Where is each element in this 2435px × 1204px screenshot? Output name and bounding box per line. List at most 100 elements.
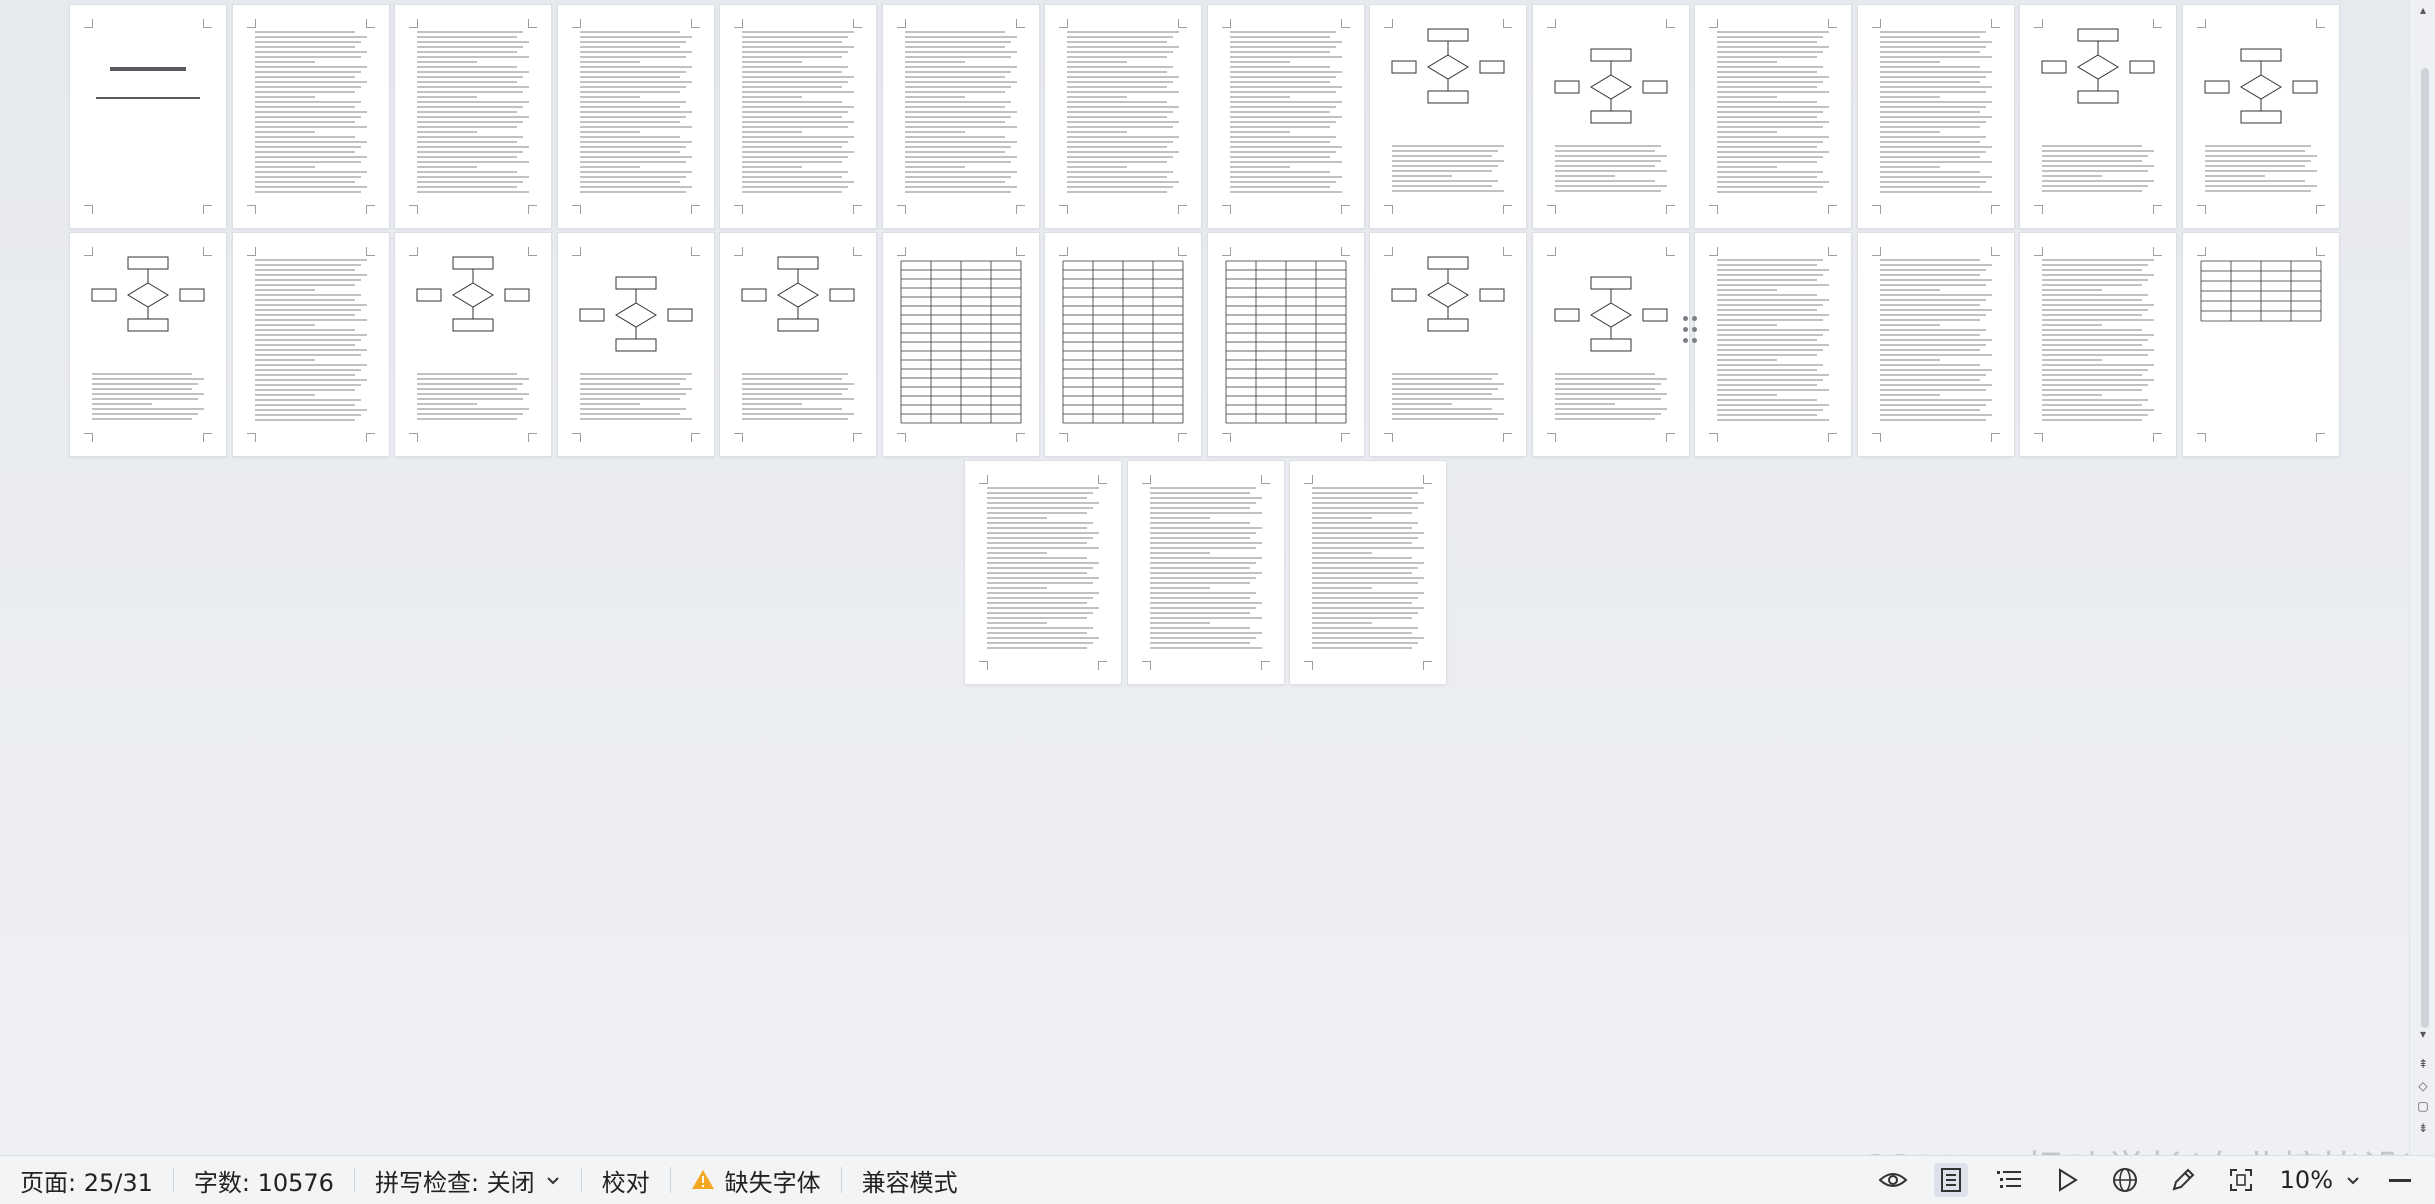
text-line: [1067, 186, 1173, 188]
page-thumbnail[interactable]: [70, 233, 226, 456]
page-thumbnail[interactable]: [1370, 233, 1526, 456]
text-line: [987, 512, 1087, 514]
text-line: [1717, 404, 1829, 406]
page-thumbnail[interactable]: [1128, 461, 1284, 684]
text-line: [255, 379, 367, 381]
page-thumbnail[interactable]: [1290, 461, 1446, 684]
page-thumbnail[interactable]: [233, 5, 389, 228]
page-view-icon[interactable]: [1933, 1163, 1968, 1197]
page-thumbnail[interactable]: [2020, 5, 2176, 228]
page-thumbnail[interactable]: [1370, 5, 1526, 228]
warning-icon: [691, 1170, 714, 1189]
text-line: [905, 51, 1017, 53]
page-thumbnail[interactable]: [558, 5, 714, 228]
text-line: [1717, 156, 1823, 158]
text-line: [417, 373, 517, 375]
page-thumbnail[interactable]: [1533, 5, 1689, 228]
vertical-scrollbar[interactable]: ▴ ▾ ⇞ ◇ ▢ ⇟: [2409, 0, 2435, 1155]
scrollbar-thumb[interactable]: [2421, 68, 2429, 1028]
select-object-icon[interactable]: ◇: [2416, 1080, 2430, 1092]
text-line: [255, 419, 355, 421]
page-thumbnail[interactable]: [2020, 233, 2176, 456]
table-figure: [1225, 260, 1347, 424]
spell-check-label: 拼写检查: 关闭: [374, 1168, 535, 1197]
text-line: [417, 31, 523, 33]
page-corner-mark: [1098, 475, 1107, 484]
page-thumbnail[interactable]: [395, 233, 551, 456]
page-thumbnail[interactable]: [883, 233, 1039, 456]
globe-icon[interactable]: [2108, 1163, 2142, 1197]
page-thumbnail[interactable]: [233, 233, 389, 456]
missing-fonts-button[interactable]: 缺失字体: [671, 1156, 841, 1204]
page-thumbnail[interactable]: [1208, 5, 1364, 228]
text-line: [1067, 141, 1173, 143]
text-line: [742, 91, 854, 93]
scroll-up-icon[interactable]: ▴: [2416, 4, 2430, 16]
text-line: [987, 522, 1093, 524]
text-line: [905, 146, 1011, 148]
prev-page-icon[interactable]: ⇞: [2416, 1058, 2430, 1070]
zoom-dropdown[interactable]: 10%: [2270, 1156, 2371, 1204]
text-line: [742, 31, 854, 33]
next-page-icon[interactable]: ⇟: [2416, 1122, 2430, 1134]
text-line: [1150, 607, 1256, 609]
text-line: [1717, 51, 1823, 53]
page-thumbnail[interactable]: [1858, 233, 2014, 456]
play-icon[interactable]: [2050, 1163, 2084, 1197]
text-line: [905, 41, 1011, 43]
page-thumbnail[interactable]: [395, 5, 551, 228]
page-corner-mark: [1709, 433, 1718, 442]
compat-mode[interactable]: 兼容模式: [842, 1156, 978, 1204]
text-line: [1312, 647, 1412, 649]
text-line: [417, 111, 517, 113]
page-thumbnail[interactable]: [1208, 233, 1364, 456]
zoom-out-icon[interactable]: [2383, 1163, 2417, 1197]
page-indicator[interactable]: 页面: 25/31: [0, 1156, 173, 1204]
page-thumbnail[interactable]: [2183, 233, 2339, 456]
spell-check-dropdown[interactable]: 拼写检查: 关闭: [355, 1156, 581, 1204]
text-line: [742, 136, 854, 138]
text-line: [1717, 126, 1823, 128]
text-line: [1717, 46, 1829, 48]
text-line: [1150, 517, 1210, 519]
page-thumbnail[interactable]: [558, 233, 714, 456]
proofread-button[interactable]: 校对: [582, 1156, 670, 1204]
page-thumbnail[interactable]: [720, 233, 876, 456]
page-thumbnail[interactable]: [1045, 5, 1201, 228]
page-thumbnail[interactable]: [2183, 5, 2339, 228]
page-corner-mark: [572, 19, 581, 28]
page-icon[interactable]: ▢: [2416, 1100, 2430, 1112]
text-line: [987, 617, 1087, 619]
eye-icon[interactable]: [1876, 1163, 1910, 1197]
text-line: [2042, 274, 2154, 276]
page-thumbnail[interactable]: [883, 5, 1039, 228]
text-line: [1717, 289, 1777, 291]
page-corner-mark: [1384, 205, 1393, 214]
page-thumbnail[interactable]: [1695, 233, 1851, 456]
page-corner-mark: [2316, 19, 2325, 28]
text-line: [1717, 131, 1777, 133]
fit-page-icon[interactable]: [2224, 1163, 2258, 1197]
page-thumbnail[interactable]: [1533, 233, 1689, 456]
page-corner-mark: [1547, 205, 1556, 214]
scroll-down-icon[interactable]: ▾: [2416, 1028, 2430, 1040]
page-thumbnail[interactable]: [720, 5, 876, 228]
text-line: [1717, 369, 1817, 371]
page-thumbnail[interactable]: [1695, 5, 1851, 228]
text-line: [1880, 161, 1992, 163]
drag-handle[interactable]: [1683, 316, 1699, 344]
text-line: [2042, 334, 2154, 336]
page-thumbnail[interactable]: [1858, 5, 2014, 228]
document-canvas[interactable]: [0, 0, 2410, 1155]
text-line: [1880, 116, 1992, 118]
word-count[interactable]: 字数: 10576: [174, 1156, 354, 1204]
pen-icon[interactable]: [2166, 1163, 2200, 1197]
text-line: [1312, 572, 1412, 574]
text-line: [2042, 284, 2142, 286]
outline-icon[interactable]: [1992, 1163, 2026, 1197]
page-thumbnail[interactable]: [965, 461, 1121, 684]
text-line: [742, 116, 842, 118]
page-thumbnail[interactable]: [1045, 233, 1201, 456]
text-line: [580, 388, 692, 390]
page-thumbnail[interactable]: [70, 5, 226, 228]
